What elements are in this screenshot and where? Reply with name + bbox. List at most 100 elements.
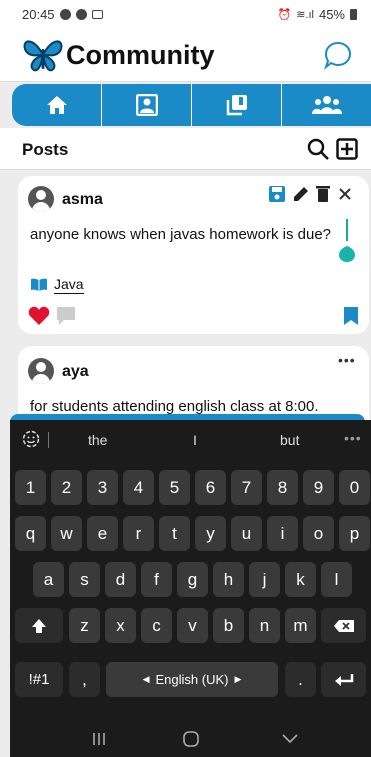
key-l[interactable]: l xyxy=(321,562,352,597)
post-username: asma xyxy=(62,191,103,208)
backspace-key[interactable] xyxy=(321,608,366,643)
system-navigation-bar xyxy=(10,722,371,757)
delete-icon[interactable] xyxy=(316,185,330,203)
tag-label: Java xyxy=(54,276,84,294)
group-icon xyxy=(311,96,342,114)
main-tab-bar xyxy=(12,84,371,126)
post-text-input[interactable]: anyone knows when javas homework is due? xyxy=(30,226,331,243)
key-5[interactable]: 5 xyxy=(159,470,190,505)
recent-apps-icon[interactable] xyxy=(92,732,106,746)
key-period[interactable]: . xyxy=(285,662,316,697)
hide-keyboard-icon[interactable] xyxy=(282,734,298,744)
key-comma[interactable]: , xyxy=(69,662,100,697)
key-9[interactable]: 9 xyxy=(303,470,334,505)
add-post-icon[interactable] xyxy=(336,138,358,160)
suggestion-bar: the I but ••• xyxy=(10,420,371,460)
left-arrow-icon: ◀ xyxy=(142,674,150,684)
on-screen-keyboard: the I but ••• 1234567890 qwertyuiop asdfgh… xyxy=(10,420,371,757)
right-arrow-icon: ▶ xyxy=(234,674,242,684)
text-cursor xyxy=(346,219,348,241)
post-tag[interactable]: Java xyxy=(30,276,84,294)
key-p[interactable]: p xyxy=(339,516,370,551)
post-text: for students attending english class at … xyxy=(30,398,319,415)
home-button-icon[interactable] xyxy=(182,730,200,748)
key-f[interactable]: f xyxy=(141,562,172,597)
key-7[interactable]: 7 xyxy=(231,470,262,505)
key-b[interactable]: b xyxy=(213,608,244,643)
status-time: 20:45 xyxy=(22,6,55,22)
key-m[interactable]: m xyxy=(285,608,316,643)
suggestion-2[interactable]: I xyxy=(193,432,197,448)
key-k[interactable]: k xyxy=(285,562,316,597)
more-options-icon[interactable]: ••• xyxy=(338,352,356,368)
key-0[interactable]: 0 xyxy=(339,470,370,505)
key-z[interactable]: z xyxy=(69,608,100,643)
battery-icon xyxy=(350,8,357,20)
key-w[interactable]: w xyxy=(51,516,82,551)
comment-icon[interactable] xyxy=(56,306,76,326)
avatar xyxy=(28,186,54,212)
key-i[interactable]: i xyxy=(267,516,298,551)
key-n[interactable]: n xyxy=(249,608,280,643)
library-icon xyxy=(226,95,247,116)
key-2[interactable]: 2 xyxy=(51,470,82,505)
home-icon xyxy=(46,96,67,114)
like-heart-icon[interactable] xyxy=(28,306,50,326)
post-card: asma anyone knows when javas homework is… xyxy=(18,176,369,334)
tab-groups[interactable] xyxy=(282,84,371,126)
key-8[interactable]: 8 xyxy=(267,470,298,505)
app-header: Community xyxy=(0,28,371,82)
tab-library[interactable] xyxy=(192,84,282,126)
close-icon[interactable] xyxy=(338,187,352,201)
chat-bubble-icon[interactable] xyxy=(323,40,353,70)
key-6[interactable]: 6 xyxy=(195,470,226,505)
key-d[interactable]: d xyxy=(105,562,136,597)
cursor-handle-icon[interactable] xyxy=(339,242,355,262)
key-q[interactable]: q xyxy=(15,516,46,551)
key-1[interactable]: 1 xyxy=(15,470,46,505)
key-y[interactable]: y xyxy=(195,516,226,551)
key-u[interactable]: u xyxy=(231,516,262,551)
key-t[interactable]: t xyxy=(159,516,190,551)
wifi-signal-icon: ≋.ıl xyxy=(296,8,314,21)
key-j[interactable]: j xyxy=(249,562,280,597)
more-suggestions-icon[interactable]: ••• xyxy=(344,430,362,446)
alarm-icon: ⏰ xyxy=(277,8,292,21)
divider xyxy=(48,432,49,448)
key-4[interactable]: 4 xyxy=(123,470,154,505)
key-v[interactable]: v xyxy=(177,608,208,643)
save-icon[interactable] xyxy=(268,185,286,203)
key-s[interactable]: s xyxy=(69,562,100,597)
key-c[interactable]: c xyxy=(141,608,172,643)
gallery-notification-icon xyxy=(91,9,103,19)
shift-key[interactable] xyxy=(15,608,63,643)
key-a[interactable]: a xyxy=(33,562,64,597)
key-3[interactable]: 3 xyxy=(87,470,118,505)
key-g[interactable]: g xyxy=(177,562,208,597)
posts-toolbar: Posts xyxy=(0,128,371,170)
suggestion-1[interactable]: the xyxy=(88,432,107,448)
bookmark-icon[interactable] xyxy=(343,306,359,326)
suggestion-3[interactable]: but xyxy=(280,432,299,448)
battery-level: 45% xyxy=(318,6,345,22)
tab-home[interactable] xyxy=(12,84,102,126)
key-h[interactable]: h xyxy=(213,562,244,597)
app-title: Community xyxy=(66,40,215,70)
space-key[interactable]: ◀ English (UK) ▶ xyxy=(106,662,278,697)
symbols-key[interactable]: !#1 xyxy=(15,662,63,697)
backspace-icon xyxy=(333,619,354,632)
post-username: aya xyxy=(62,363,89,380)
emoji-icon[interactable] xyxy=(22,430,40,448)
key-x[interactable]: x xyxy=(105,608,136,643)
notification-icon xyxy=(75,8,87,20)
butterfly-logo-icon xyxy=(23,40,63,72)
search-icon[interactable] xyxy=(306,137,330,161)
book-icon xyxy=(31,278,47,291)
edit-icon[interactable] xyxy=(292,185,310,203)
key-o[interactable]: o xyxy=(303,516,334,551)
enter-key[interactable] xyxy=(321,662,366,697)
key-e[interactable]: e xyxy=(87,516,118,551)
key-r[interactable]: r xyxy=(123,516,154,551)
status-bar: 20:45 ⏰ ≋.ıl 45% xyxy=(0,0,371,28)
tab-profile[interactable] xyxy=(102,84,192,126)
